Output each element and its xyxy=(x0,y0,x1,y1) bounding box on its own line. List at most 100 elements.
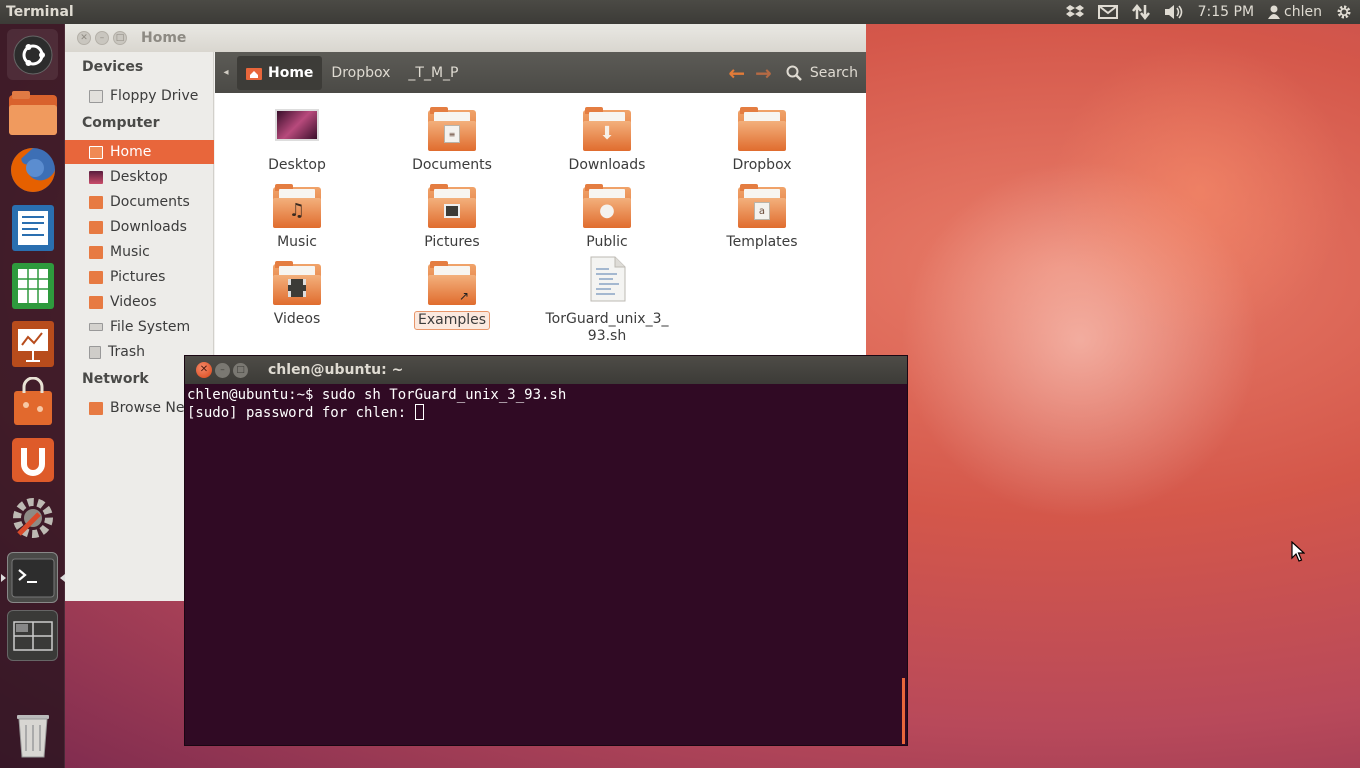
file-item-music[interactable]: ♫ Music xyxy=(222,184,372,251)
terminal-line: [sudo] password for chlen: xyxy=(187,405,415,421)
terminal-line: chlen@ubuntu:~$ sudo sh TorGuard_unix_3_… xyxy=(187,387,567,403)
workspace-switcher-launcher[interactable] xyxy=(7,610,58,661)
close-button[interactable]: ✕ xyxy=(77,31,91,45)
terminal-window: ✕ – □ chlen@ubuntu: ~ chlen@ubuntu:~$ su… xyxy=(184,355,908,746)
clock[interactable]: 7:15 PM xyxy=(1198,4,1254,20)
ubuntu-one-icon xyxy=(11,437,54,482)
close-icon: ✕ xyxy=(80,32,88,43)
minimize-button[interactable]: – xyxy=(95,31,109,45)
file-label: Videos xyxy=(273,311,321,327)
back-arrow-icon[interactable]: ← xyxy=(728,61,745,85)
breadcrumb-label: Home xyxy=(268,64,314,81)
maximize-icon: □ xyxy=(115,32,125,43)
minimize-button[interactable]: – xyxy=(215,362,230,378)
maximize-button[interactable]: □ xyxy=(113,31,127,45)
files-launcher[interactable] xyxy=(7,87,58,138)
breadcrumb-label: Dropbox xyxy=(331,64,391,81)
pictures-folder-icon xyxy=(89,270,103,284)
terminal-scrollbar[interactable] xyxy=(902,678,905,744)
sidebar-item-videos[interactable]: Videos xyxy=(65,290,214,314)
videos-folder-icon xyxy=(89,295,103,309)
documents-folder-icon xyxy=(89,195,103,209)
maximize-button[interactable]: □ xyxy=(233,362,248,378)
mouse-pointer-icon xyxy=(1291,541,1305,562)
file-item-documents[interactable]: ≡ Documents xyxy=(377,107,527,174)
ubuntu-one-launcher[interactable] xyxy=(7,434,58,485)
mail-icon[interactable] xyxy=(1097,5,1118,19)
file-label: Dropbox xyxy=(732,157,792,173)
settings-icon xyxy=(12,497,53,538)
examples-folder-icon: ↗ xyxy=(428,261,476,305)
crumb-scroll-left-icon[interactable]: ◂ xyxy=(215,67,237,78)
breadcrumb-label: _T_M_P xyxy=(408,64,459,81)
maximize-icon: □ xyxy=(236,364,245,375)
file-item-torguard-script[interactable]: TorGuard_unix_3_ 93.sh xyxy=(532,255,682,345)
launcher xyxy=(0,24,65,768)
shell-script-icon xyxy=(583,255,631,305)
sidebar-item-pictures[interactable]: Pictures xyxy=(65,265,214,289)
music-folder-icon xyxy=(89,245,103,259)
network-icon[interactable] xyxy=(1131,4,1150,20)
sidebar-item-downloads[interactable]: Downloads xyxy=(65,215,214,239)
sidebar-item-music[interactable]: Music xyxy=(65,240,214,264)
window-title: Home xyxy=(141,30,187,46)
shopping-bag-icon xyxy=(13,376,52,425)
sidebar-item-documents[interactable]: Documents xyxy=(65,190,214,214)
sidebar-item-desktop[interactable]: Desktop xyxy=(65,165,214,189)
forward-arrow-icon[interactable]: → xyxy=(755,61,772,85)
file-item-dropbox[interactable]: Dropbox xyxy=(687,107,837,174)
software-center-launcher[interactable] xyxy=(7,376,58,427)
downloads-folder-icon: ⬇ xyxy=(583,107,631,151)
user-name: chlen xyxy=(1284,4,1322,20)
calc-launcher[interactable] xyxy=(7,260,58,311)
file-label-line: TorGuard_unix_3_ xyxy=(545,311,669,327)
search-label: Search xyxy=(809,64,858,81)
terminal-output[interactable]: chlen@ubuntu:~$ sudo sh TorGuard_unix_3_… xyxy=(187,384,905,744)
templates-folder-icon: a xyxy=(738,184,786,228)
close-icon: ✕ xyxy=(199,364,209,375)
trash-launcher[interactable] xyxy=(7,708,58,759)
home-folder-icon xyxy=(246,67,262,80)
file-item-videos[interactable]: Videos xyxy=(222,261,372,328)
file-item-downloads[interactable]: ⬇ Downloads xyxy=(532,107,682,174)
system-settings-launcher[interactable] xyxy=(7,492,58,543)
documents-folder-icon: ≡ xyxy=(428,107,476,151)
writer-launcher[interactable] xyxy=(7,202,58,253)
path-bar: ◂ Home Dropbox _T_M_P ← → Search xyxy=(215,52,866,93)
terminal-titlebar[interactable]: ✕ – □ chlen@ubuntu: ~ xyxy=(185,356,907,384)
file-label-text: Examples xyxy=(417,312,487,328)
terminal-launcher[interactable] xyxy=(7,552,58,603)
file-item-desktop[interactable]: Desktop xyxy=(222,107,372,174)
file-item-pictures[interactable]: Pictures xyxy=(377,184,527,251)
file-item-examples[interactable]: ↗ Examples xyxy=(377,261,527,330)
impress-icon xyxy=(11,320,54,367)
file-label-line: 93.sh xyxy=(587,328,627,344)
gear-icon[interactable] xyxy=(1336,4,1352,20)
terminal-icon xyxy=(11,558,54,597)
sidebar-item-home[interactable]: Home xyxy=(65,140,214,164)
firefox-launcher[interactable] xyxy=(7,144,58,195)
impress-launcher[interactable] xyxy=(7,318,58,369)
breadcrumb-tmp[interactable]: _T_M_P xyxy=(399,56,467,90)
sidebar-heading-devices: Devices xyxy=(82,59,144,75)
file-item-templates[interactable]: a Templates xyxy=(687,184,837,251)
breadcrumb-dropbox[interactable]: Dropbox xyxy=(322,56,399,90)
window-title: chlen@ubuntu: ~ xyxy=(268,362,404,378)
file-item-public[interactable]: ● Public xyxy=(532,184,682,251)
volume-icon[interactable] xyxy=(1164,4,1184,20)
search-button[interactable]: Search xyxy=(786,65,858,81)
file-manager-titlebar[interactable]: ✕ – □ Home xyxy=(65,24,866,52)
close-button[interactable]: ✕ xyxy=(196,362,212,378)
sidebar-item-label: Videos xyxy=(110,294,157,310)
text-cursor xyxy=(414,404,424,420)
dropbox-icon[interactable] xyxy=(1065,4,1084,20)
sidebar-item-file-system[interactable]: File System xyxy=(65,315,214,339)
desktop-folder-icon xyxy=(273,107,321,151)
sidebar-item-floppy-drive[interactable]: Floppy Drive xyxy=(65,84,214,108)
videos-folder-icon xyxy=(273,261,321,305)
dash-home-button[interactable] xyxy=(7,29,58,80)
sidebar-item-label: Trash xyxy=(108,344,145,360)
breadcrumb-home[interactable]: Home xyxy=(237,55,323,90)
trash-icon xyxy=(89,345,101,359)
user-menu[interactable]: chlen xyxy=(1268,4,1322,20)
